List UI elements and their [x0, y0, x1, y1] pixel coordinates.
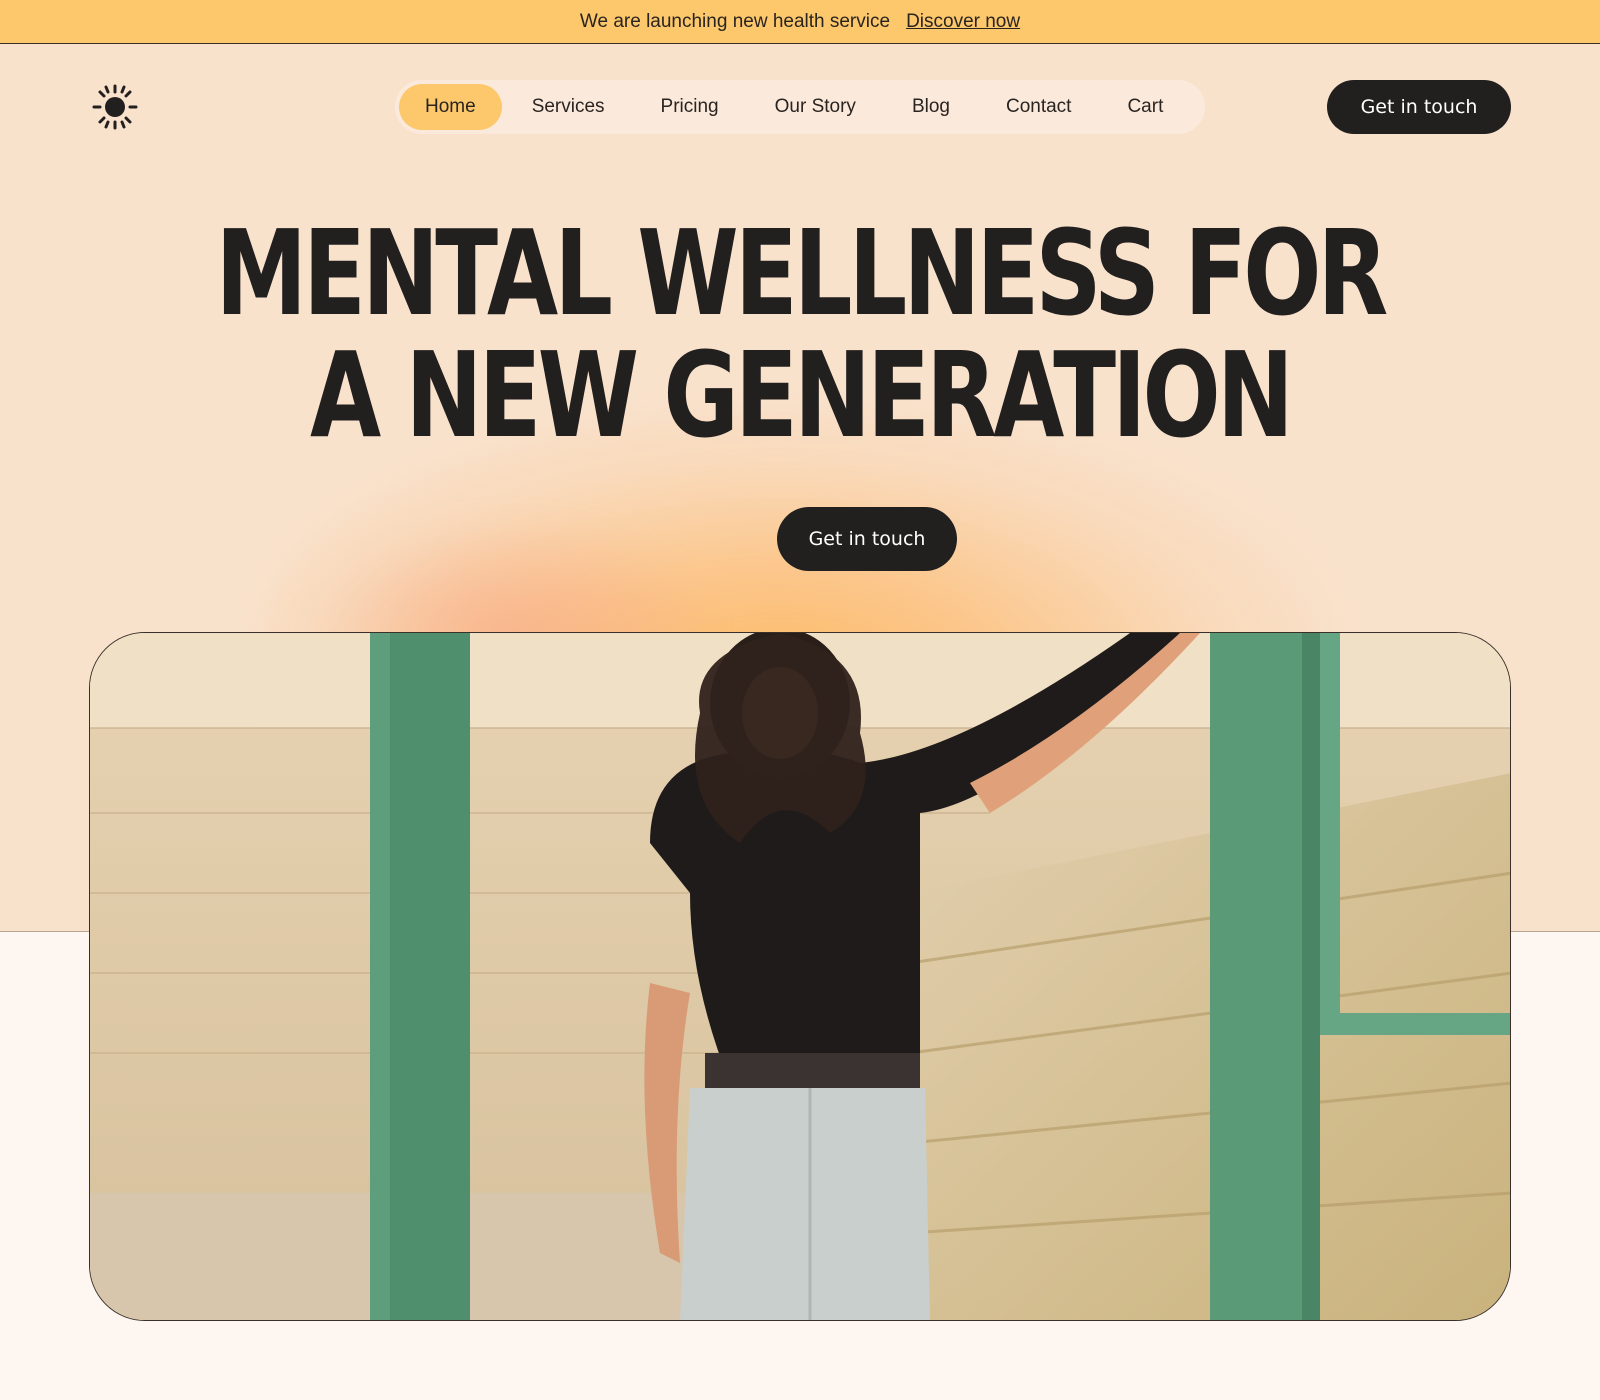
- announcement-message: We are launching new health service: [579, 10, 891, 32]
- nav-item-services[interactable]: Services: [506, 84, 631, 130]
- hero-photo: [89, 632, 1511, 1321]
- header-get-in-touch-button[interactable]: Get in touch: [1327, 80, 1511, 134]
- hero-headline-line1: MENTAL WELLNESS FOR: [215, 204, 1388, 342]
- hero-headline: MENTAL WELLNESS FOR A NEW GENERATION: [176, 212, 1424, 456]
- announcement-bar: We are launching new health service Disc…: [0, 0, 1600, 44]
- nav-item-our-story[interactable]: Our Story: [749, 84, 882, 130]
- hero-headline-line2: A NEW GENERATION: [310, 326, 1294, 464]
- nav-item-cart[interactable]: Cart: [1101, 84, 1189, 130]
- discover-now-link[interactable]: Discover now: [906, 11, 1020, 33]
- hero-get-in-touch-button[interactable]: Get in touch: [777, 507, 957, 571]
- main-nav: Home Services Pricing Our Story Blog Con…: [395, 80, 1205, 134]
- nav-item-contact[interactable]: Contact: [980, 84, 1097, 130]
- nav-item-blog[interactable]: Blog: [886, 84, 976, 130]
- nav-item-home[interactable]: Home: [399, 84, 502, 130]
- nav-item-pricing[interactable]: Pricing: [635, 84, 745, 130]
- sun-icon[interactable]: [92, 84, 138, 130]
